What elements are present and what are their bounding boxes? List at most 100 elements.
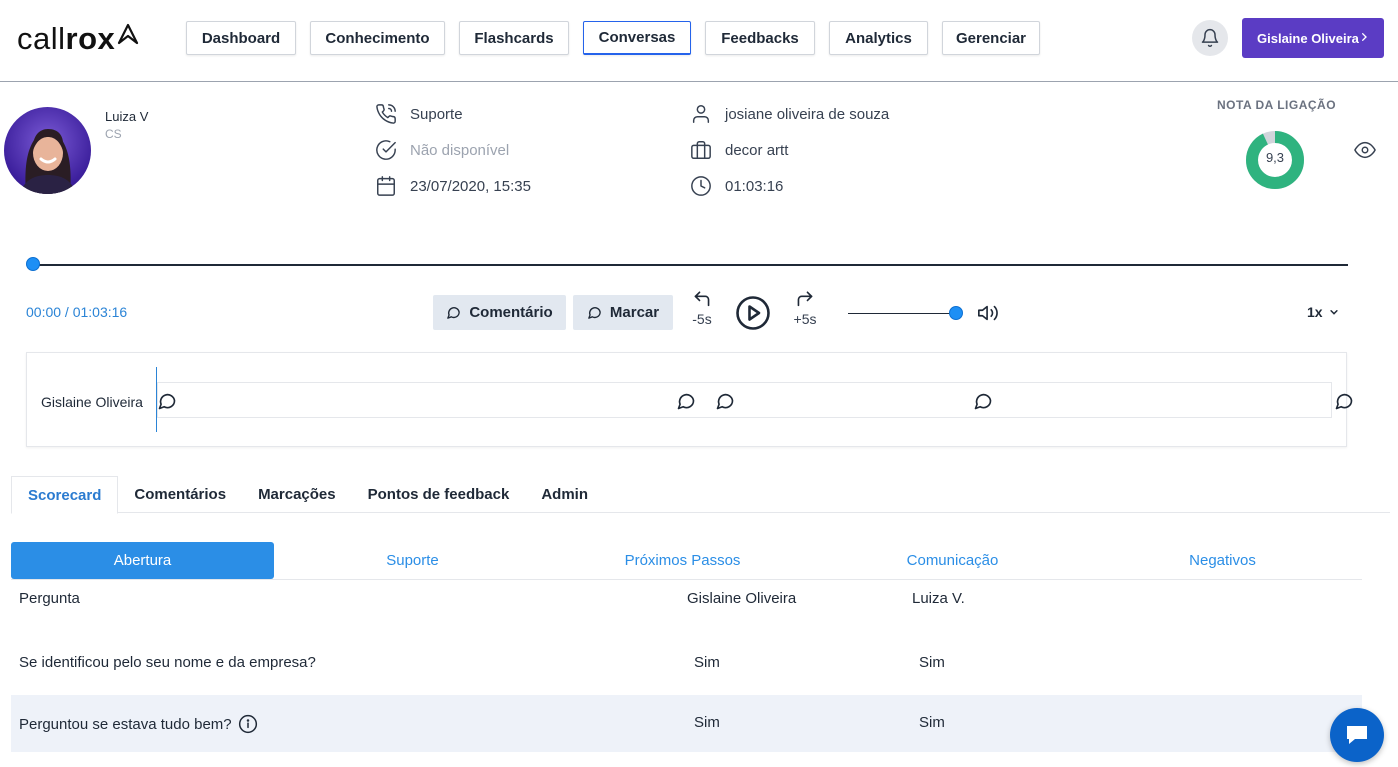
column-header-agent: Luiza V. <box>912 590 965 607</box>
nav-gerenciar[interactable]: Gerenciar <box>942 21 1040 55</box>
tab-label: Marcações <box>258 486 336 503</box>
support-chat-button[interactable] <box>1330 708 1384 762</box>
nav-label: Conversas <box>598 29 676 46</box>
audio-timeline[interactable] <box>33 264 1348 266</box>
check-circle-icon <box>376 140 396 160</box>
section-abertura[interactable]: Abertura <box>11 542 274 579</box>
call-queue: Suporte <box>375 102 463 126</box>
comment-marker-icon[interactable] <box>157 391 177 416</box>
call-duration: 01:03:16 <box>690 174 783 198</box>
call-customer-text: josiane oliveira de souza <box>725 105 890 123</box>
play-icon <box>736 296 770 330</box>
table-row: Se identificou pelo seu nome e da empres… <box>11 635 1362 692</box>
speaker-track-lane[interactable] <box>157 382 1332 418</box>
tab-admin[interactable]: Admin <box>525 476 604 513</box>
call-datetime-text: 23/07/2020, 15:35 <box>410 177 531 195</box>
question-text: Se identificou pelo seu nome e da empres… <box>19 654 316 671</box>
chevron-right-icon <box>1362 33 1367 41</box>
comment-marker-icon[interactable] <box>715 391 735 416</box>
call-duration-text: 01:03:16 <box>725 177 784 195</box>
top-header: call rox Dashboard Conhecimento Flashcard… <box>0 0 1398 82</box>
nav-conhecimento[interactable]: Conhecimento <box>310 21 445 55</box>
detail-tabs: Scorecard Comentários Marcações Pontos d… <box>11 476 1390 514</box>
call-datetime: 23/07/2020, 15:35 <box>375 174 531 198</box>
section-negativos[interactable]: Negativos <box>1091 542 1354 579</box>
forward-arrow-icon <box>797 291 813 307</box>
nav-label: Gerenciar <box>955 29 1027 47</box>
section-suporte[interactable]: Suporte <box>281 542 544 579</box>
tab-label: Comentários <box>134 486 227 503</box>
info-icon[interactable] <box>238 714 258 734</box>
comment-marker-icon[interactable] <box>973 391 993 416</box>
clock-icon <box>691 176 711 196</box>
rewind-button[interactable]: -5s <box>684 289 720 327</box>
nav-label: Dashboard <box>201 29 281 47</box>
table-row: Perguntou se estava tudo bem? Sim Sim <box>11 695 1362 752</box>
call-status-text: Não disponível <box>410 141 510 159</box>
view-score-button[interactable] <box>1354 139 1376 166</box>
forward-button[interactable]: +5s <box>787 289 823 327</box>
nav-dashboard[interactable]: Dashboard <box>186 21 296 55</box>
agent-name: Luiza V <box>105 109 149 124</box>
nav-flashcards[interactable]: Flashcards <box>459 21 569 55</box>
tab-pontos-de-feedback[interactable]: Pontos de feedback <box>352 476 526 513</box>
call-company: decor artt <box>690 138 788 162</box>
nav-label: Feedbacks <box>721 29 799 47</box>
comment-icon <box>447 307 461 319</box>
add-mark-label: Marcar <box>609 304 660 321</box>
question-text: Perguntou se estava tudo bem? <box>19 715 232 733</box>
section-label: Comunicação <box>906 552 999 569</box>
nav-analytics[interactable]: Analytics <box>829 21 928 55</box>
tab-scorecard[interactable]: Scorecard <box>11 476 119 514</box>
playback-time: 00:00 / 01:03:16 <box>26 304 128 320</box>
logo-text-rox: rox <box>65 21 116 56</box>
nav-conversas[interactable]: Conversas <box>583 21 691 55</box>
call-queue-text: Suporte <box>410 105 463 123</box>
tab-label: Pontos de feedback <box>367 486 510 503</box>
tab-label: Admin <box>541 486 588 503</box>
column-header-evaluator: Gislaine Oliveira <box>687 590 797 607</box>
briefcase-icon <box>691 141 711 159</box>
add-comment-button[interactable]: Comentário <box>433 295 566 330</box>
notifications-button[interactable] <box>1192 20 1228 56</box>
speaker-icon <box>978 305 998 321</box>
section-comunicacao[interactable]: Comunicação <box>821 542 1084 579</box>
comment-marker-icon[interactable] <box>676 391 696 416</box>
calendar-icon <box>377 176 395 196</box>
logo-arrow-icon <box>118 23 139 45</box>
call-customer: josiane oliveira de souza <box>690 102 889 126</box>
question-cell: Se identificou pelo seu nome e da empres… <box>19 654 316 671</box>
logo-text-call: call <box>17 21 66 56</box>
tab-comentarios[interactable]: Comentários <box>118 476 242 513</box>
volume-slider[interactable] <box>848 313 956 314</box>
agent-answer: Sim <box>919 714 945 731</box>
section-label: Próximos Passos <box>624 552 741 569</box>
chevron-down-icon <box>1329 310 1338 315</box>
agent-avatar <box>4 107 91 194</box>
evaluator-answer: Sim <box>694 714 720 731</box>
section-label: Suporte <box>386 552 439 569</box>
play-button[interactable] <box>735 295 771 336</box>
nav-feedbacks[interactable]: Feedbacks <box>705 21 815 55</box>
agent-answer: Sim <box>919 654 945 671</box>
score-label: NOTA DA LIGAÇÃO <box>1217 98 1337 112</box>
agent-role: CS <box>105 127 122 141</box>
volume-handle[interactable] <box>949 306 963 320</box>
comment-marker-icon[interactable] <box>1334 391 1354 416</box>
section-proximos-passos[interactable]: Próximos Passos <box>551 542 814 579</box>
callrox-logo[interactable]: call rox <box>17 21 140 56</box>
speed-select[interactable]: 1x <box>1307 304 1339 320</box>
add-comment-label: Comentário <box>469 304 553 321</box>
add-mark-button[interactable]: Marcar <box>573 295 673 330</box>
timeline-handle[interactable] <box>26 257 40 271</box>
rewind-arrow-icon <box>694 291 710 307</box>
agent-photo <box>20 129 76 194</box>
call-status: Não disponível <box>375 138 509 162</box>
mute-button[interactable] <box>977 302 999 329</box>
tab-marcacoes[interactable]: Marcações <box>242 476 352 513</box>
user-menu-button[interactable]: Gislaine Oliveira <box>1242 18 1384 58</box>
question-cell: Perguntou se estava tudo bem? <box>19 714 258 734</box>
forward-label: +5s <box>793 311 817 327</box>
score-value: 9,3 <box>1265 150 1285 165</box>
nav-label: Conhecimento <box>325 29 430 47</box>
